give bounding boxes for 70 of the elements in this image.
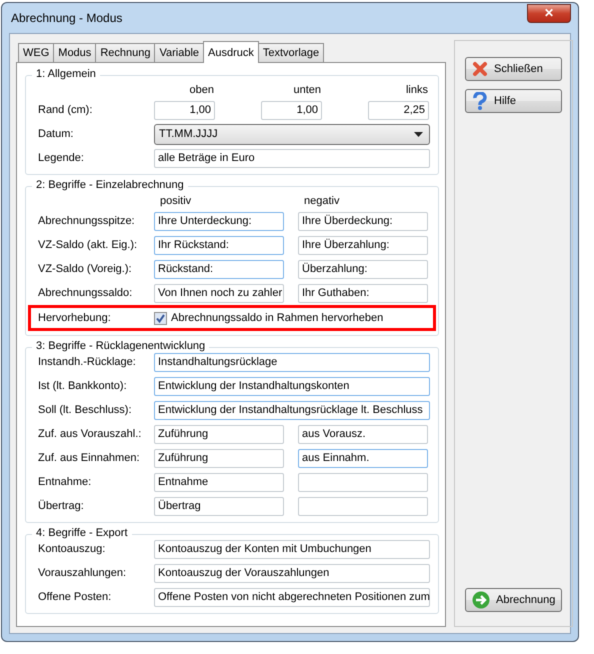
column-heading: oben xyxy=(188,84,214,96)
group-title: 3: Begriffe - Rücklagenentwicklung xyxy=(32,340,210,352)
field-label: Offene Posten: xyxy=(38,591,112,603)
text-field[interactable]: 1,00 xyxy=(261,100,322,120)
text-field[interactable]: aus Vorausz. xyxy=(298,424,428,444)
cross-icon xyxy=(472,61,488,77)
text-field[interactable]: Entwicklung der Instandhaltungskonten xyxy=(154,376,430,396)
group-title: 4: Begriffe - Export xyxy=(32,527,132,539)
field-label: VZ-Saldo (akt. Eig.): xyxy=(38,239,138,251)
field-label: Übertrag: xyxy=(38,500,85,512)
text-field[interactable]: Entwicklung der Instandhaltungsrücklage lt. Beschluss xyxy=(154,400,430,420)
field-label: Hervorhebung: xyxy=(38,312,112,324)
text-field[interactable]: 1,00 xyxy=(154,100,215,120)
text-field[interactable]: aus Einnahm. xyxy=(298,448,428,468)
field-label: Kontoauszug: xyxy=(38,543,106,555)
group-title: 2: Begriffe - Einzelabrechnung xyxy=(32,179,188,191)
text-field[interactable]: Instandhaltungsrücklage xyxy=(154,352,430,372)
field-label: Entnahme: xyxy=(38,476,92,488)
field-label: Ist (lt. Bankkonto): xyxy=(38,380,128,392)
text-field[interactable]: Entnahme xyxy=(154,472,284,492)
question-mark-icon xyxy=(472,92,488,110)
window-title: Abrechnung - Modus xyxy=(10,11,122,25)
field-label: Vorauszahlungen: xyxy=(38,567,128,579)
text-field[interactable]: Offene Posten von nicht abgerechneten Positionen zum xyxy=(154,588,430,606)
date-format-dropdown[interactable]: TT.MM.JJJJ xyxy=(154,124,430,144)
field-label: VZ-Saldo (Voreig.): xyxy=(38,263,133,275)
column-heading: links xyxy=(404,84,428,96)
text-field[interactable]: Ihr Guthaben: xyxy=(298,284,428,302)
column-heading: negativ xyxy=(303,195,340,207)
text-field[interactable]: Übertrag xyxy=(154,496,284,516)
tab[interactable]: Rechnung xyxy=(95,43,156,62)
column-heading: positiv xyxy=(159,195,192,207)
text-field[interactable]: Ihre Überzahlung: xyxy=(298,236,428,254)
text-field[interactable]: Ihre Überdeckung: xyxy=(298,212,428,230)
text-field[interactable]: Von Ihnen noch zu zahler xyxy=(154,284,284,302)
text-field[interactable] xyxy=(298,472,428,492)
column-heading: unten xyxy=(292,84,321,96)
close-dialog-button[interactable]: Schließen xyxy=(465,57,562,81)
field-label: Legende: xyxy=(38,152,85,164)
check-icon xyxy=(155,312,166,324)
tab[interactable]: Modus xyxy=(53,43,96,62)
text-field[interactable]: Überzahlung: xyxy=(298,260,428,278)
field-label: Rand (cm): xyxy=(38,104,94,116)
field-label: Instandh.-Rücklage: xyxy=(38,356,137,368)
text-field[interactable]: alle Beträge in Euro xyxy=(154,148,430,168)
run-billing-button[interactable]: Abrechnung xyxy=(465,588,562,612)
tab[interactable]: Variable xyxy=(154,43,204,62)
text-field[interactable]: Ihr Rückstand: xyxy=(154,236,284,254)
field-label: Abrechnungssaldo: xyxy=(38,287,134,299)
field-label: Datum: xyxy=(38,128,74,140)
text-field[interactable]: Ihre Unterdeckung: xyxy=(154,212,284,230)
checkbox[interactable]: Abrechnungssaldo in Rahmen hervorheben xyxy=(154,312,384,324)
text-field[interactable]: Kontoauszug der Vorauszahlungen xyxy=(154,564,430,582)
help-button[interactable]: Hilfe xyxy=(465,89,562,113)
text-field[interactable]: Zuführung xyxy=(154,424,284,444)
text-field[interactable] xyxy=(298,496,428,516)
field-label: Soll (lt. Beschluss): xyxy=(38,404,133,416)
group-title: 1: Allgemein xyxy=(32,68,100,80)
text-field[interactable]: Rückstand: xyxy=(154,260,284,278)
field-label: Zuf. aus Vorauszahl.: xyxy=(38,428,142,440)
close-button[interactable]: ✕ xyxy=(527,4,571,22)
text-field[interactable]: Zuführung xyxy=(154,448,284,468)
tab[interactable]: WEG xyxy=(18,43,54,62)
tab[interactable]: Ausdruck xyxy=(203,41,259,63)
field-label: Zuf. aus Einnahmen: xyxy=(38,452,141,464)
caret-icon xyxy=(414,132,423,136)
text-field[interactable]: Kontoauszug der Konten mit Umbuchungen xyxy=(154,540,430,558)
tab[interactable]: Textvorlage xyxy=(258,43,324,62)
text-field[interactable]: 2,25 xyxy=(368,100,429,120)
field-label: Abrechnungsspitze: xyxy=(38,215,136,227)
